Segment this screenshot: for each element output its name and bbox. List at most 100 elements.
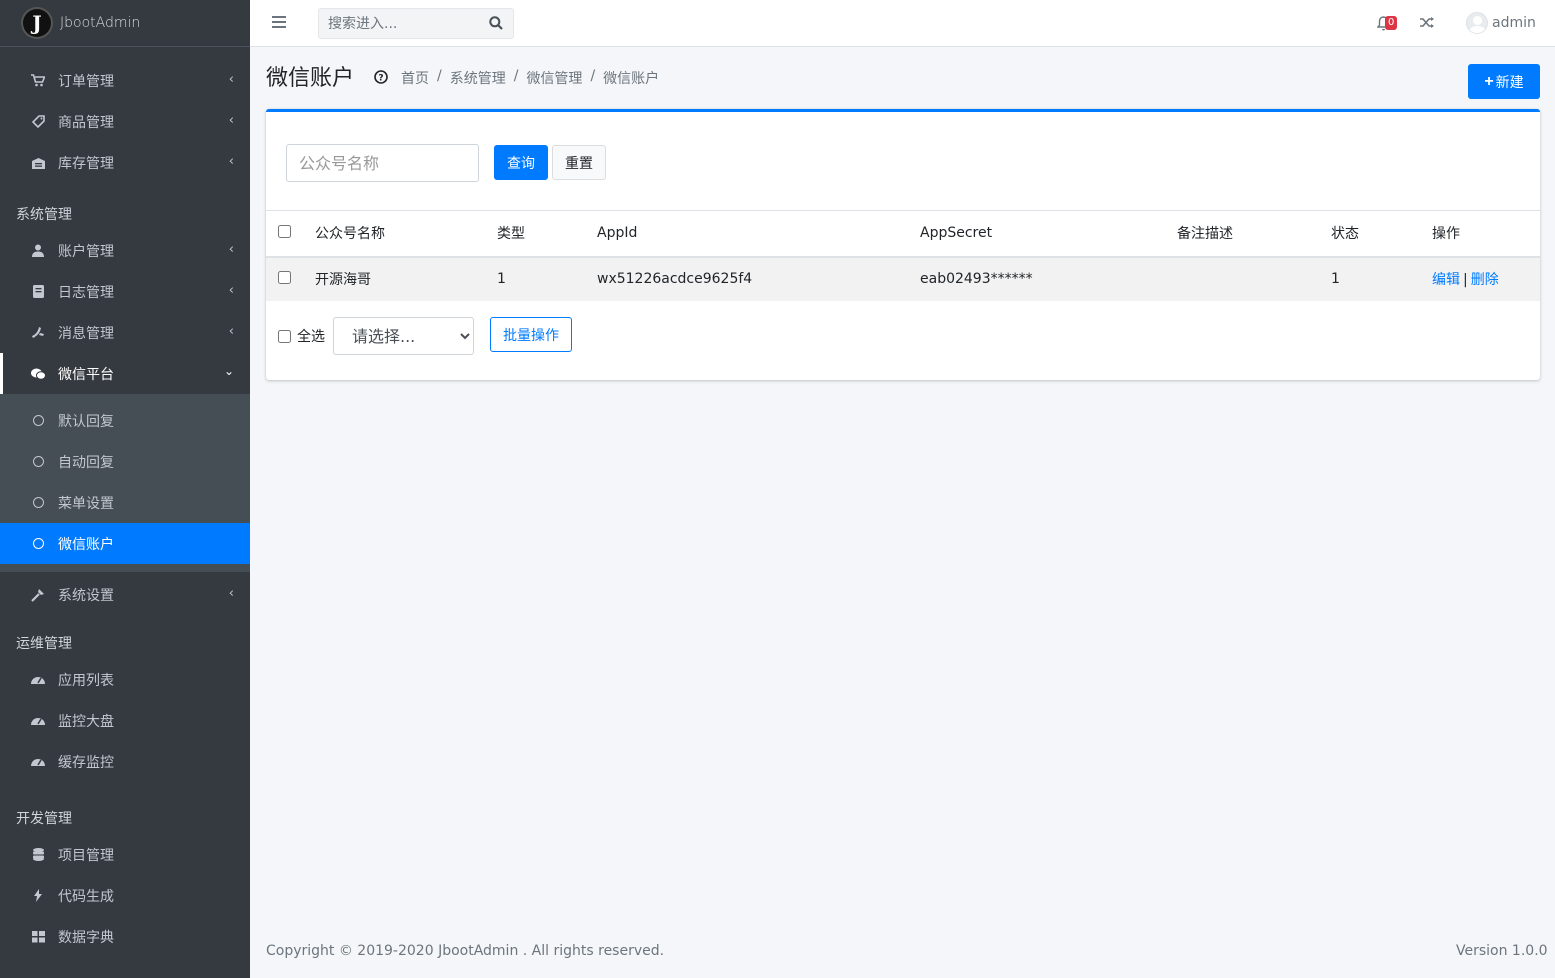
breadcrumb-item-current: 微信账户 xyxy=(603,71,660,87)
table-header-row: 公众号名称 类型 AppId AppSecret 备注描述 状态 操作 xyxy=(266,210,1540,257)
notification-badge: 0 xyxy=(1385,16,1398,30)
brand[interactable]: J JbootAdmin xyxy=(0,0,250,47)
user-icon xyxy=(30,243,46,259)
cell-name: 开源海哥 xyxy=(315,272,371,288)
wrench-icon xyxy=(30,587,46,603)
sidebar-item-label: 日志管理 xyxy=(58,284,114,301)
reset-button[interactable]: 重置 xyxy=(552,145,606,180)
bolt-icon xyxy=(30,888,46,904)
sidebar-item-label: 代码生成 xyxy=(58,888,114,905)
sidebar-item-label: 菜单设置 xyxy=(58,495,114,512)
nav-header-dev: 开发管理 xyxy=(16,811,72,827)
sidebar-item-label: 缓存监控 xyxy=(58,754,114,771)
sidebar-item-monitor[interactable]: 监控大盘 xyxy=(0,700,250,741)
sidebar-item-label: 订单管理 xyxy=(58,73,114,90)
dashboard-icon xyxy=(30,713,46,729)
select-all-checkbox[interactable] xyxy=(278,224,291,238)
search-input[interactable] xyxy=(319,15,479,32)
sidebar-item-dictionary[interactable]: 数据字典 xyxy=(0,916,250,957)
batch-action-select[interactable]: 请选择... xyxy=(333,317,474,355)
circle-icon xyxy=(30,454,46,470)
chevron-left-icon: ‹ xyxy=(228,113,234,128)
table-row: 开源海哥 1 wx51226acdce9625f4 eab02493******… xyxy=(266,256,1540,301)
dashboard-icon xyxy=(30,672,46,688)
chevron-left-icon: ‹ xyxy=(228,72,234,87)
sidebar-item-messages[interactable]: 消息管理 ‹ xyxy=(0,312,250,353)
dashboard-icon xyxy=(30,754,46,770)
accounts-table: 公众号名称 类型 AppId AppSecret 备注描述 状态 操作 开源海哥… xyxy=(266,210,1540,301)
sidebar-item-projects[interactable]: 项目管理 xyxy=(0,834,250,875)
hamburger-icon[interactable] xyxy=(272,16,286,30)
tag-icon xyxy=(30,114,46,130)
sidebar-item-label: 账户管理 xyxy=(58,243,114,260)
cart-icon xyxy=(30,73,46,89)
chevron-down-icon: ⌄ xyxy=(223,364,234,378)
batch-action-button[interactable]: 批量操作 xyxy=(490,317,572,352)
sidebar-item-label: 自动回复 xyxy=(58,454,114,471)
sidebar-item-default-reply[interactable]: 默认回复 xyxy=(0,400,250,441)
query-button[interactable]: 查询 xyxy=(494,145,548,180)
breadcrumb-item[interactable]: 首页 xyxy=(401,68,429,88)
sidebar-item-orders[interactable]: 订单管理 ‹ xyxy=(0,60,250,101)
sidebar-item-cache-monitor[interactable]: 缓存监控 xyxy=(0,741,250,782)
brand-name: JbootAdmin xyxy=(60,15,141,31)
col-appid: AppId xyxy=(597,225,638,242)
book-icon xyxy=(30,284,46,300)
cell-actions: 编辑 | 删除 xyxy=(1432,272,1499,288)
svg-text:?: ? xyxy=(378,74,383,84)
warehouse-icon xyxy=(30,155,46,171)
chevron-left-icon: ‹ xyxy=(228,242,234,257)
sidebar: J JbootAdmin 订单管理 ‹ 商品管理 ‹ 库存管理 ‹ 系统管理 账… xyxy=(0,0,250,978)
sidebar-item-label: 项目管理 xyxy=(58,847,114,864)
brand-logo: J xyxy=(23,9,51,37)
search-box xyxy=(318,8,514,39)
row-checkbox[interactable] xyxy=(278,270,291,284)
user-menu[interactable]: admin xyxy=(1466,12,1536,34)
question-circle-icon[interactable]: ? xyxy=(374,70,388,88)
edit-link[interactable]: 编辑 xyxy=(1432,272,1460,288)
circle-icon xyxy=(30,536,46,552)
batch-select-all-checkbox[interactable] xyxy=(278,329,291,343)
delete-link[interactable]: 删除 xyxy=(1471,272,1499,288)
breadcrumb-item[interactable]: 系统管理 xyxy=(450,68,506,88)
sidebar-item-auto-reply[interactable]: 自动回复 xyxy=(0,441,250,482)
sidebar-item-wechat-account[interactable]: 微信账户 xyxy=(0,523,250,564)
footer-copyright: Copyright © 2019-2020 JbootAdmin . All r… xyxy=(266,943,665,959)
select-all-label: 全选 xyxy=(297,329,325,345)
chevron-left-icon: ‹ xyxy=(228,154,234,169)
sidebar-item-codegen[interactable]: 代码生成 xyxy=(0,875,250,916)
sidebar-item-system-settings[interactable]: 系统设置 ‹ xyxy=(0,574,250,615)
nav-header-ops: 运维管理 xyxy=(16,636,72,652)
sidebar-item-label: 微信平台 xyxy=(58,366,114,383)
col-actions: 操作 xyxy=(1432,226,1460,243)
sidebar-item-label: 系统设置 xyxy=(58,587,114,604)
page-title: 微信账户 xyxy=(266,66,355,91)
circle-icon xyxy=(30,495,46,511)
nav-header-system: 系统管理 xyxy=(16,207,72,223)
cell-type: 1 xyxy=(497,271,506,287)
new-button[interactable]: + 新建 xyxy=(1468,64,1540,99)
message-icon xyxy=(30,325,46,341)
account-name-filter[interactable] xyxy=(286,144,479,182)
sidebar-item-label: 监控大盘 xyxy=(58,713,114,730)
search-icon[interactable] xyxy=(489,16,503,34)
sidebar-item-menu-settings[interactable]: 菜单设置 xyxy=(0,482,250,523)
col-type: 类型 xyxy=(497,226,525,243)
sidebar-item-logs[interactable]: 日志管理 ‹ xyxy=(0,271,250,312)
sidebar-item-products[interactable]: 商品管理 ‹ xyxy=(0,101,250,142)
topbar: 0 admin xyxy=(250,0,1555,47)
sidebar-item-accounts[interactable]: 账户管理 ‹ xyxy=(0,230,250,271)
chevron-left-icon: ‹ xyxy=(228,283,234,298)
col-name: 公众号名称 xyxy=(315,226,385,243)
cell-appid: wx51226acdce9625f4 xyxy=(597,271,753,287)
wechat-submenu: 默认回复 自动回复 菜单设置 微信账户 xyxy=(0,394,250,572)
shuffle-icon[interactable] xyxy=(1420,16,1435,33)
cell-status: 1 xyxy=(1331,271,1340,287)
sidebar-item-label: 消息管理 xyxy=(58,325,114,342)
batch-bar: 全选 请选择... xyxy=(278,317,474,355)
sidebar-item-app-list[interactable]: 应用列表 xyxy=(0,659,250,700)
col-remark: 备注描述 xyxy=(1177,226,1233,243)
sidebar-item-wechat[interactable]: 微信平台 ⌄ xyxy=(0,353,250,394)
sidebar-item-inventory[interactable]: 库存管理 ‹ xyxy=(0,142,250,183)
breadcrumb-item[interactable]: 微信管理 xyxy=(526,68,582,88)
